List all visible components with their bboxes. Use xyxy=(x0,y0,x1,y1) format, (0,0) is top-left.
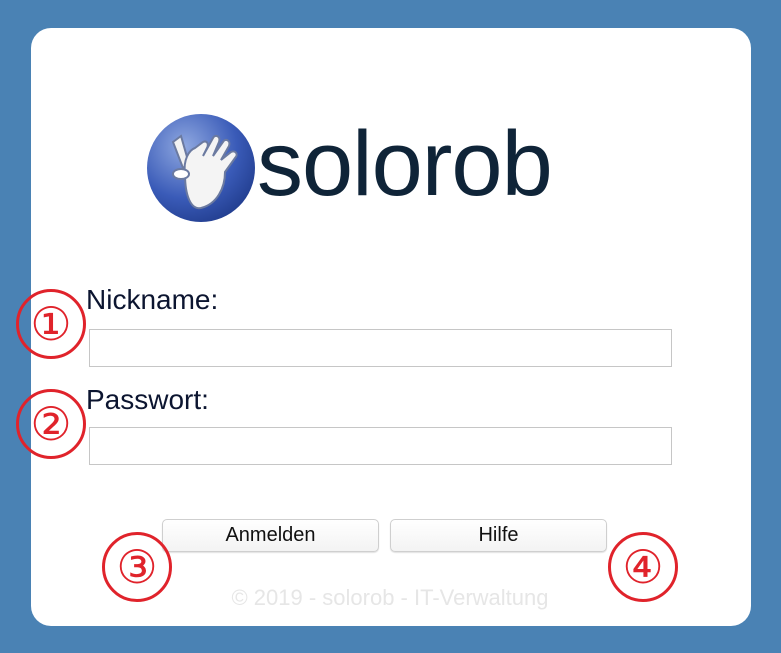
nickname-input[interactable] xyxy=(89,329,672,367)
annotation-marker-1: ① xyxy=(16,289,86,359)
logo: solorob xyxy=(145,112,615,228)
annotation-marker-2: ② xyxy=(16,389,86,459)
nickname-label: Nickname: xyxy=(86,284,219,315)
copyright-text: © 2019 - solorob - IT-Verwaltung xyxy=(231,585,549,610)
login-button[interactable]: Anmelden xyxy=(162,519,379,552)
brand-name: solorob xyxy=(257,113,553,215)
password-label: Passwort: xyxy=(86,384,209,415)
password-input[interactable] xyxy=(89,427,672,465)
annotation-marker-4: ④ xyxy=(608,532,678,602)
annotation-marker-3: ③ xyxy=(102,532,172,602)
help-button[interactable]: Hilfe xyxy=(390,519,607,552)
hand-icon xyxy=(147,114,255,222)
